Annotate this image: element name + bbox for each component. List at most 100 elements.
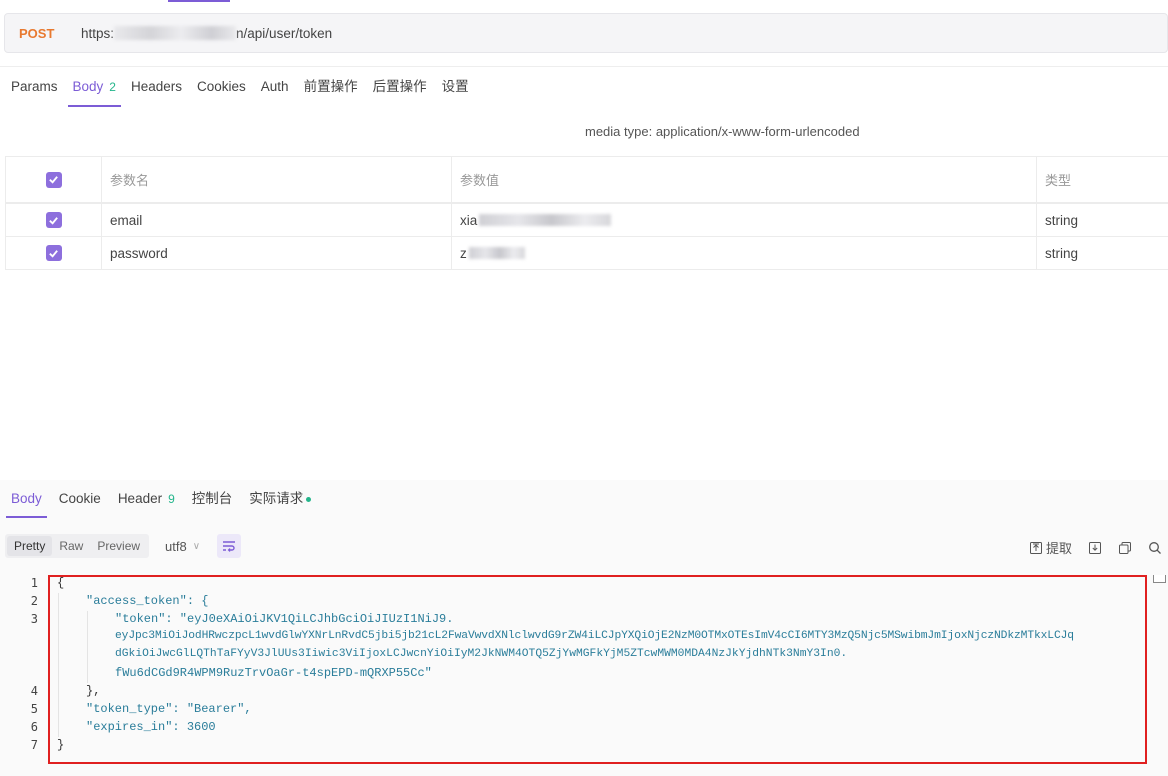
header-checkbox-cell	[5, 157, 102, 202]
http-method-selector[interactable]: POST	[19, 26, 81, 41]
response-body-editor[interactable]: 1 2 3 4 5 6 7 { "access_token": { "token…	[0, 575, 1168, 776]
tab-body[interactable]: Body 2	[67, 67, 122, 107]
row-checkbox[interactable]	[45, 212, 62, 228]
tab-label: 设置	[441, 78, 469, 94]
response-panel: Body Cookie Header 9 控制台 实际请求 Pretty Raw …	[0, 480, 1168, 776]
check-icon	[49, 216, 58, 225]
resp-tab-cookie[interactable]: Cookie	[59, 480, 101, 518]
indent-guide	[87, 611, 88, 683]
copy-button[interactable]	[1118, 541, 1132, 555]
resp-tab-actual-request[interactable]: 实际请求	[249, 480, 312, 518]
tab-label: 后置操作	[372, 78, 427, 94]
response-toolbar: Pretty Raw Preview utf8 ∨	[5, 534, 242, 558]
redacted-value	[468, 247, 525, 259]
code-line: dGkiOiJwcGlLQThTaFYyV3JlUUs3Iiwic3ViIjox…	[115, 648, 848, 660]
body-params-table: 参数名 参数值 类型 email xia string password z s…	[5, 156, 1168, 270]
param-name-cell[interactable]: password	[102, 237, 452, 269]
tab-label: Auth	[260, 78, 289, 94]
column-header: 类型	[1045, 173, 1072, 188]
header-value: 参数值	[452, 157, 1037, 202]
copy-icon	[1119, 541, 1131, 554]
param-value-cell[interactable]: xia	[452, 204, 1037, 236]
view-mode-switch: Pretty Raw Preview	[5, 534, 150, 558]
view-raw-button[interactable]: Raw	[52, 536, 90, 556]
search-button[interactable]	[1148, 541, 1162, 555]
row-checkbox[interactable]	[45, 245, 62, 261]
resp-tab-body[interactable]: Body	[6, 480, 47, 518]
tab-label: Cookies	[197, 78, 246, 94]
tab-label: 前置操作	[303, 78, 358, 94]
response-actions: 提取	[1013, 538, 1168, 557]
body-count-badge: 2	[109, 79, 116, 94]
view-pretty-button[interactable]: Pretty	[7, 536, 53, 556]
header-count-badge: 9	[168, 492, 175, 506]
download-button[interactable]	[1088, 541, 1102, 555]
code-line: }	[57, 738, 65, 752]
view-preview-button[interactable]: Preview	[90, 536, 147, 556]
indent-guide	[58, 593, 59, 737]
param-type: string	[1045, 245, 1079, 261]
scrollbar-thumb[interactable]	[1153, 575, 1166, 583]
check-icon	[49, 249, 58, 258]
search-icon	[1149, 541, 1161, 554]
line-number: 1	[30, 576, 38, 590]
code-line: eyJpc3MiOiJodHRwczpcL1wvdGlwYXNrLnRvdC5j…	[115, 630, 1074, 642]
param-name: email	[110, 212, 143, 228]
resp-tab-header[interactable]: Header 9	[118, 480, 175, 518]
download-icon	[1089, 541, 1101, 554]
active-tab-indicator	[168, 0, 230, 2]
header-type: 类型	[1037, 157, 1168, 202]
url-prefix: https:	[81, 25, 115, 41]
tab-cookies[interactable]: Cookies	[197, 67, 246, 107]
resp-tab-console[interactable]: 控制台	[192, 480, 233, 518]
word-wrap-button[interactable]	[217, 534, 242, 558]
wrap-icon	[223, 541, 236, 552]
param-name-cell[interactable]: email	[102, 204, 452, 236]
tab-label: Header	[117, 491, 163, 506]
tab-params[interactable]: Params	[11, 67, 58, 107]
code-line: "access_token": {	[86, 594, 209, 608]
check-icon	[49, 176, 58, 184]
tab-settings[interactable]: 设置	[442, 67, 469, 107]
column-header: 参数名	[110, 173, 150, 188]
tab-post-ops[interactable]: 后置操作	[373, 67, 427, 107]
line-number: 3	[30, 612, 38, 626]
column-header: 参数值	[460, 173, 500, 188]
tab-label: Headers	[130, 78, 183, 94]
request-tabs: Params Body 2 Headers Cookies Auth 前置操作 后…	[0, 66, 1168, 107]
url-bar[interactable]: POST https: n/api/user/token	[4, 13, 1168, 53]
row-checkbox-cell	[5, 204, 102, 236]
line-number: 5	[30, 702, 38, 716]
url-input[interactable]: https: n/api/user/token	[81, 25, 332, 41]
code-line: "expires_in": 3600	[86, 720, 216, 734]
code-line: "token": "eyJ0eXAiOiJKV1QiLCJhbGciOiJIUz…	[115, 612, 454, 626]
line-number: 4	[30, 684, 38, 698]
redacted-value	[479, 214, 612, 226]
extract-button[interactable]: 提取	[1029, 538, 1072, 557]
param-type-cell[interactable]: string	[1037, 237, 1168, 269]
tab-auth[interactable]: Auth	[261, 67, 289, 107]
encoding-select[interactable]: utf8 ∨	[165, 539, 200, 554]
redacted-host	[114, 25, 237, 40]
line-number: 2	[30, 594, 38, 608]
response-tabs: Body Cookie Header 9 控制台 实际请求	[0, 480, 328, 518]
code-line: fWu6dCGd9R4WPM9RuzTrvOaGr-t4spEPD-mQRXP5…	[115, 666, 432, 680]
tab-pre-ops[interactable]: 前置操作	[304, 67, 358, 107]
param-type-cell[interactable]: string	[1037, 204, 1168, 236]
tab-label: Params	[11, 78, 58, 94]
tab-label: Body	[11, 491, 42, 506]
line-number: 6	[30, 720, 38, 734]
code-line: "token_type": "Bearer",	[86, 702, 252, 716]
media-type-selector[interactable]: media type: application/x-www-form-urlen…	[585, 124, 860, 139]
encoding-value: utf8	[165, 538, 187, 554]
status-dot	[306, 496, 312, 502]
extract-icon	[1029, 541, 1042, 554]
param-name: password	[110, 245, 168, 261]
tab-headers[interactable]: Headers	[131, 67, 182, 107]
table-row: password z string	[5, 237, 1168, 270]
chevron-down-icon: ∨	[192, 540, 201, 552]
param-value: xia	[460, 212, 478, 228]
tab-label: Cookie	[58, 491, 101, 506]
param-value-cell[interactable]: z	[452, 237, 1037, 269]
select-all-checkbox[interactable]	[45, 171, 62, 188]
